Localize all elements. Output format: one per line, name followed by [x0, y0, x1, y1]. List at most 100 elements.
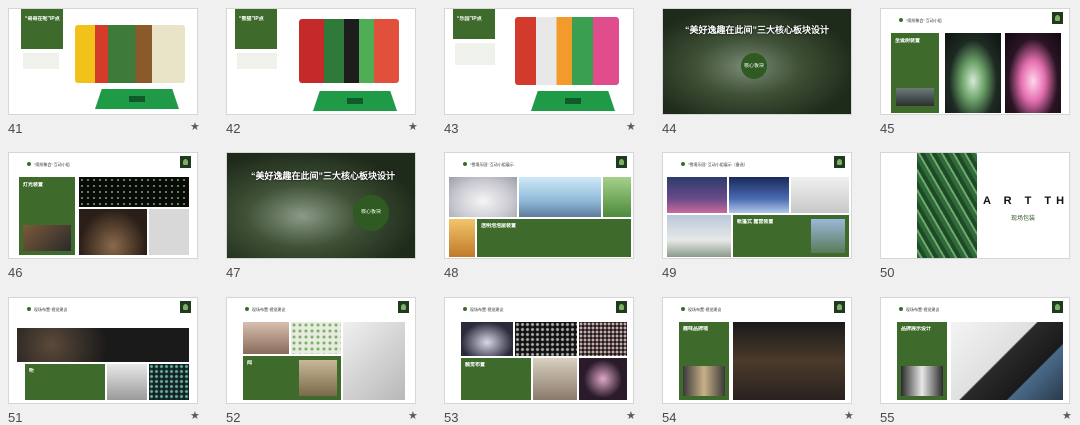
logo-icon [834, 301, 845, 313]
slide-number: 45 [880, 121, 895, 136]
ip-scene-image [75, 25, 185, 83]
slide-header: 现场布置·视觉建议 [470, 307, 504, 312]
description-box: 品牌展示设计 [897, 322, 947, 400]
bullet-icon [245, 307, 249, 311]
small-photo [533, 358, 577, 400]
tent-photo-1 [667, 177, 727, 213]
slide-label: “乐园”IP点 [457, 16, 482, 22]
box-title: 帐篷式 露营装置 [737, 219, 774, 225]
slide-header: 现场布置·视觉建议 [252, 307, 286, 312]
bubble-photo-1 [449, 177, 517, 217]
slide-header: 现场布置·视觉建议 [906, 307, 940, 312]
slide-number: 48 [444, 265, 459, 280]
star-icon: ★ [190, 410, 200, 422]
tent-photo-4 [667, 215, 731, 257]
bullet-icon [681, 162, 685, 166]
box-title: 品牌展示设计 [901, 326, 932, 332]
ip-scene-image [515, 17, 619, 85]
box-title: 圣诞树装置 [895, 38, 921, 44]
slide-canvas: “乐园”IP点 [444, 8, 634, 115]
small-photo [683, 366, 725, 396]
core-circle: 核心板块 [353, 195, 389, 231]
slide-canvas: 现场布置·视觉建议 品牌展示设计 [880, 297, 1070, 404]
slide-label: “熊猫”IP点 [239, 16, 264, 22]
description-box: 帐篷式 露营装置 [733, 215, 849, 257]
slide-canvas: 现场布置·视觉建议 闻 [226, 297, 416, 404]
slide-number: 51 [8, 410, 23, 425]
title-box: “熊猫”IP点 [235, 9, 277, 49]
circle-label: 核心板块 [360, 209, 381, 215]
bullet-icon [27, 162, 31, 166]
light-photo-bottom-right [149, 209, 189, 255]
slide-number: 49 [662, 265, 677, 280]
slide-number: 53 [444, 410, 459, 425]
star-icon: ★ [408, 410, 418, 422]
bullet-icon [899, 307, 903, 311]
slide-header: 现场布置·视觉建议 [688, 307, 722, 312]
slide-title: “美好逸趣在此间”三大核心板块设计 [251, 171, 396, 181]
logo-icon [398, 301, 409, 313]
text-block [237, 53, 277, 69]
stage-platform [313, 91, 397, 111]
bubble-photo-4 [449, 219, 475, 257]
box-title: 闻 [247, 360, 253, 366]
bullet-icon [899, 18, 903, 22]
slide-number: 52 [226, 410, 241, 425]
slide-canvas: “雪境乐园” 互动小组展示（备选） 帐篷式 露营装置 [662, 152, 852, 259]
slide-number: 44 [662, 121, 677, 136]
box-title: 触觉布置 [465, 362, 486, 368]
slide-canvas: “哥哥在呢”IP点 [8, 8, 198, 115]
stage-platform [95, 89, 179, 109]
box-title: 听 [29, 368, 35, 374]
star-icon: ★ [190, 121, 200, 133]
small-photo [23, 225, 71, 251]
star-icon: ★ [1062, 410, 1072, 422]
description-box: 灯光装置 [19, 177, 75, 255]
tree-photo-left [945, 33, 1001, 113]
bullet-icon [463, 162, 467, 166]
circle-label: 核心板块 [743, 63, 764, 69]
slide-header: 现场布置·视觉建议 [34, 307, 68, 312]
slide-canvas: 现场布置·视觉建议 触觉布置 [444, 297, 634, 404]
slide-number: 55 [880, 410, 895, 425]
section-subtitle: 现场包装 [1011, 216, 1036, 222]
slide-number: 43 [444, 121, 459, 136]
slide-number: 47 [226, 265, 241, 280]
touch-photo-1 [461, 322, 513, 356]
tree-photo-right [1005, 33, 1061, 113]
logo-icon [180, 156, 191, 168]
description-box: 趣味品牌墙 [679, 322, 729, 400]
title-box: “乐园”IP点 [453, 9, 495, 39]
logo-icon [1052, 12, 1063, 24]
subtitle-text [695, 61, 725, 71]
bullet-icon [681, 307, 685, 311]
slide-header: “雪境乐园” 互动小组展示 [470, 162, 514, 167]
slide-canvas: 现场布置·视觉建议 听 [8, 297, 198, 404]
light-photo-top [79, 177, 189, 207]
logo-icon [1052, 301, 1063, 313]
slide-header: “雪境乐园” 互动小组展示（备选） [688, 162, 748, 167]
sound-photo [17, 328, 189, 362]
touch-photo-3 [579, 322, 627, 356]
small-photo [901, 366, 943, 396]
description-box: 触觉布置 [461, 358, 531, 400]
core-circle: 核心板块 [741, 53, 767, 79]
description-box: 听 [25, 364, 105, 400]
box-title: 透明泡泡屋装置 [481, 223, 517, 229]
slide-canvas: “缤纷聚会” 互动小组 圣诞树装置 [880, 8, 1070, 115]
slide-canvas: 现场布置·视觉建议 趣味品牌墙 [662, 297, 852, 404]
tent-photo-3 [791, 177, 849, 213]
slide-canvas: “美好逸趣在此间”三大核心板块设计 核心板块 [226, 152, 416, 259]
logo-icon [616, 156, 627, 168]
slide-title: “美好逸趣在此间”三大核心板块设计 [685, 25, 830, 35]
slide-canvas: “缤纷聚会” 互动小组 灯光装置 [8, 152, 198, 259]
slide-header: “缤纷聚会” 互动小组 [34, 162, 70, 167]
slide-sorter-grid: “哥哥在呢”IP点 41 ★ “熊猫”IP点 42 ★ “乐园”IP点 43 ★… [0, 0, 1080, 425]
bubble-photo-2 [519, 177, 601, 217]
slide-canvas: A R T THREE 现场包装 [880, 152, 1070, 259]
slide-number: 46 [8, 265, 23, 280]
description-box: 闻 [243, 356, 341, 400]
text-block [23, 53, 59, 69]
slide-number: 50 [880, 265, 895, 280]
bullet-icon [27, 307, 31, 311]
